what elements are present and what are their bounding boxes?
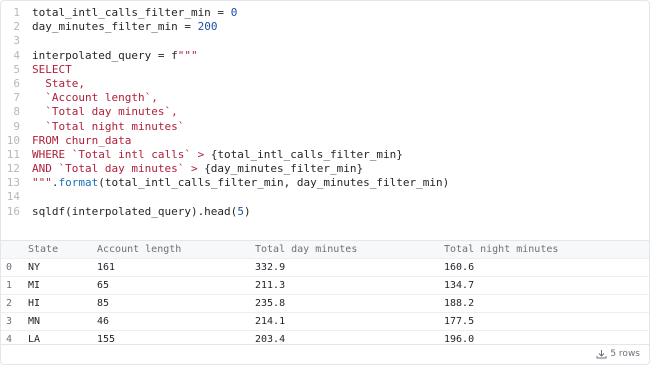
code-text: `Account length`,	[32, 91, 158, 105]
row-index: 1	[1, 276, 28, 295]
code-text: `Total day minutes`,	[32, 105, 178, 119]
column-header-account-length[interactable]: Account length	[97, 241, 255, 259]
cell-total-night-minutes: 177.5	[444, 312, 649, 331]
table-row: 0 NY 161 332.9 160.6	[1, 258, 649, 277]
line-number: 14	[6, 190, 20, 204]
cell-account-length: 161	[97, 258, 255, 277]
code-line: 1 total_intl_calls_filter_min = 0	[1, 6, 649, 20]
line-number: 5	[13, 62, 20, 76]
code-text: State,	[32, 76, 85, 90]
line-number: 7	[13, 91, 20, 105]
table-header-row: State Account length Total day minutes T…	[1, 241, 649, 259]
table-row: 1 MI 65 211.3 134.7	[1, 276, 649, 295]
cell-state: HI	[28, 294, 97, 313]
code-text: interpolated_query = f"""	[32, 48, 198, 62]
line-number: 6	[13, 76, 20, 90]
cell-state: NY	[28, 258, 97, 277]
code-line: 2 day_minutes_filter_min = 200	[1, 20, 649, 34]
index-header	[1, 241, 28, 259]
cell-account-length: 65	[97, 276, 255, 295]
code-text: sqldf(interpolated_query).head(5)	[32, 204, 251, 218]
code-line: 8 `Total day minutes`,	[1, 105, 649, 119]
cell-total-night-minutes: 134.7	[444, 276, 649, 295]
code-line: 7 `Account length`,	[1, 91, 649, 105]
row-index: 3	[1, 312, 28, 331]
column-header-total-night-minutes[interactable]: Total night minutes	[444, 241, 649, 259]
cell-total-night-minutes: 188.2	[444, 294, 649, 313]
table-row: 3 MN 46 214.1 177.5	[1, 312, 649, 331]
code-line: 3	[1, 34, 649, 48]
line-number: 2	[13, 20, 20, 34]
line-number: 8	[13, 105, 20, 119]
code-line: 10 FROM churn_data	[1, 134, 649, 148]
cell-account-length: 85	[97, 294, 255, 313]
line-number: 13	[6, 176, 20, 190]
column-header-total-day-minutes[interactable]: Total day minutes	[255, 241, 444, 259]
code-line: 6 State,	[1, 77, 649, 91]
code-text: WHERE `Total intl calls` > {total_intl_c…	[32, 147, 403, 161]
code-text: `Total night minutes`	[32, 119, 185, 133]
line-number: 12	[6, 162, 20, 176]
code-text: SELECT	[32, 62, 72, 76]
cell-state: MI	[28, 276, 97, 295]
row-count-label: 5 rows	[610, 349, 640, 359]
cell-total-day-minutes: 214.1	[255, 312, 444, 331]
line-number: 11	[6, 147, 20, 161]
code-text: FROM churn_data	[32, 133, 132, 147]
code-line: 5 SELECT	[1, 63, 649, 77]
code-text: total_intl_calls_filter_min = 0	[32, 6, 238, 19]
code-text: day_minutes_filter_min = 200	[32, 20, 218, 34]
cell-total-day-minutes: 332.9	[255, 258, 444, 277]
line-number: 9	[13, 119, 20, 133]
code-line: 12 AND `Total day minutes` > {day_minutes…	[1, 162, 649, 176]
output-table: State Account length Total day minutes T…	[1, 240, 649, 348]
code-line: 16 sqldf(interpolated_query).head(5)	[1, 205, 649, 219]
line-number: 4	[13, 48, 20, 62]
download-icon	[596, 350, 607, 359]
line-number: 16	[6, 204, 20, 218]
code-line: 13 """.format(total_intl_calls_filter_min…	[1, 176, 649, 190]
column-header-state[interactable]: State	[28, 241, 97, 259]
table-row: 2 HI 85 235.8 188.2	[1, 294, 649, 313]
code-editor[interactable]: 1 total_intl_calls_filter_min = 0 2 day_min…	[1, 6, 649, 219]
download-rows-button[interactable]: 5 rows	[596, 349, 640, 359]
cell-account-length: 46	[97, 312, 255, 331]
row-index: 2	[1, 294, 28, 313]
code-line: 14	[1, 190, 649, 204]
code-text: AND `Total day minutes` > {day_minutes_f…	[32, 162, 364, 176]
output-footer: 5 rows	[1, 344, 649, 365]
code-line: 9 `Total night minutes`	[1, 120, 649, 134]
code-line: 4 interpolated_query = f"""	[1, 49, 649, 63]
cell-total-day-minutes: 211.3	[255, 276, 444, 295]
cell-total-day-minutes: 235.8	[255, 294, 444, 313]
cell-state: MN	[28, 312, 97, 331]
notebook-cell: 1 total_intl_calls_filter_min = 0 2 day_min…	[0, 0, 650, 365]
code-text: """.format(total_intl_calls_filter_min, …	[32, 176, 450, 190]
line-number: 3	[13, 34, 20, 48]
cell-total-night-minutes: 160.6	[444, 258, 649, 277]
line-number: 1	[13, 6, 20, 19]
code-line: 11 WHERE `Total intl calls` > {total_intl…	[1, 148, 649, 162]
row-index: 0	[1, 258, 28, 277]
line-number: 10	[6, 133, 20, 147]
